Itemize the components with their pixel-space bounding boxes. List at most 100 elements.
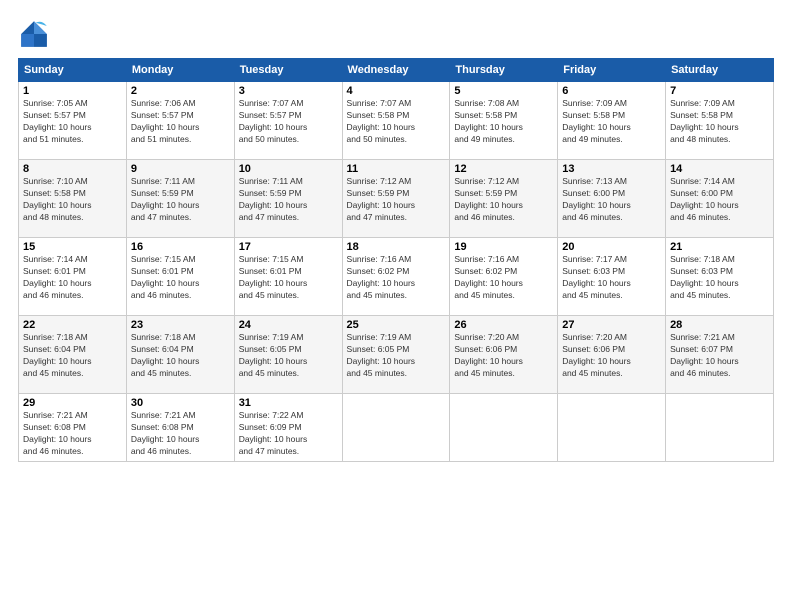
logo (18, 18, 54, 50)
col-friday: Friday (558, 59, 666, 82)
col-saturday: Saturday (666, 59, 774, 82)
day-number: 7 (670, 85, 769, 97)
day-info: Sunrise: 7:08 AM Sunset: 5:58 PM Dayligh… (454, 98, 553, 146)
day-number: 14 (670, 163, 769, 175)
day-info: Sunrise: 7:13 AM Sunset: 6:00 PM Dayligh… (562, 176, 661, 224)
calendar-cell: 2Sunrise: 7:06 AM Sunset: 5:57 PM Daylig… (126, 82, 234, 160)
day-number: 16 (131, 241, 230, 253)
day-info: Sunrise: 7:09 AM Sunset: 5:58 PM Dayligh… (562, 98, 661, 146)
day-number: 10 (239, 163, 338, 175)
day-info: Sunrise: 7:18 AM Sunset: 6:04 PM Dayligh… (23, 332, 122, 380)
day-info: Sunrise: 7:15 AM Sunset: 6:01 PM Dayligh… (131, 254, 230, 302)
calendar-cell: 28Sunrise: 7:21 AM Sunset: 6:07 PM Dayli… (666, 316, 774, 394)
calendar-cell: 8Sunrise: 7:10 AM Sunset: 5:58 PM Daylig… (19, 160, 127, 238)
day-number: 2 (131, 85, 230, 97)
day-info: Sunrise: 7:21 AM Sunset: 6:07 PM Dayligh… (670, 332, 769, 380)
day-number: 27 (562, 319, 661, 331)
day-info: Sunrise: 7:14 AM Sunset: 6:01 PM Dayligh… (23, 254, 122, 302)
calendar-cell: 27Sunrise: 7:20 AM Sunset: 6:06 PM Dayli… (558, 316, 666, 394)
day-info: Sunrise: 7:22 AM Sunset: 6:09 PM Dayligh… (239, 410, 338, 458)
day-number: 23 (131, 319, 230, 331)
day-info: Sunrise: 7:21 AM Sunset: 6:08 PM Dayligh… (131, 410, 230, 458)
calendar-cell (342, 394, 450, 462)
calendar-cell: 31Sunrise: 7:22 AM Sunset: 6:09 PM Dayli… (234, 394, 342, 462)
day-info: Sunrise: 7:20 AM Sunset: 6:06 PM Dayligh… (454, 332, 553, 380)
calendar-cell: 18Sunrise: 7:16 AM Sunset: 6:02 PM Dayli… (342, 238, 450, 316)
col-wednesday: Wednesday (342, 59, 450, 82)
day-info: Sunrise: 7:11 AM Sunset: 5:59 PM Dayligh… (239, 176, 338, 224)
day-number: 15 (23, 241, 122, 253)
day-number: 26 (454, 319, 553, 331)
calendar-cell: 20Sunrise: 7:17 AM Sunset: 6:03 PM Dayli… (558, 238, 666, 316)
day-number: 5 (454, 85, 553, 97)
calendar-cell: 17Sunrise: 7:15 AM Sunset: 6:01 PM Dayli… (234, 238, 342, 316)
day-info: Sunrise: 7:07 AM Sunset: 5:57 PM Dayligh… (239, 98, 338, 146)
header (18, 18, 774, 50)
day-info: Sunrise: 7:21 AM Sunset: 6:08 PM Dayligh… (23, 410, 122, 458)
calendar-cell: 4Sunrise: 7:07 AM Sunset: 5:58 PM Daylig… (342, 82, 450, 160)
calendar-cell (558, 394, 666, 462)
day-number: 20 (562, 241, 661, 253)
day-info: Sunrise: 7:20 AM Sunset: 6:06 PM Dayligh… (562, 332, 661, 380)
calendar-cell: 19Sunrise: 7:16 AM Sunset: 6:02 PM Dayli… (450, 238, 558, 316)
page: Sunday Monday Tuesday Wednesday Thursday… (0, 0, 792, 612)
day-info: Sunrise: 7:15 AM Sunset: 6:01 PM Dayligh… (239, 254, 338, 302)
day-info: Sunrise: 7:14 AM Sunset: 6:00 PM Dayligh… (670, 176, 769, 224)
day-info: Sunrise: 7:05 AM Sunset: 5:57 PM Dayligh… (23, 98, 122, 146)
day-info: Sunrise: 7:09 AM Sunset: 5:58 PM Dayligh… (670, 98, 769, 146)
col-sunday: Sunday (19, 59, 127, 82)
calendar-cell: 3Sunrise: 7:07 AM Sunset: 5:57 PM Daylig… (234, 82, 342, 160)
calendar-cell: 15Sunrise: 7:14 AM Sunset: 6:01 PM Dayli… (19, 238, 127, 316)
calendar-cell: 10Sunrise: 7:11 AM Sunset: 5:59 PM Dayli… (234, 160, 342, 238)
day-info: Sunrise: 7:16 AM Sunset: 6:02 PM Dayligh… (454, 254, 553, 302)
day-number: 11 (347, 163, 446, 175)
calendar-cell (666, 394, 774, 462)
calendar-cell: 9Sunrise: 7:11 AM Sunset: 5:59 PM Daylig… (126, 160, 234, 238)
logo-icon (18, 18, 50, 50)
calendar-cell: 26Sunrise: 7:20 AM Sunset: 6:06 PM Dayli… (450, 316, 558, 394)
day-number: 28 (670, 319, 769, 331)
day-number: 6 (562, 85, 661, 97)
calendar-cell: 1Sunrise: 7:05 AM Sunset: 5:57 PM Daylig… (19, 82, 127, 160)
calendar-cell: 11Sunrise: 7:12 AM Sunset: 5:59 PM Dayli… (342, 160, 450, 238)
calendar-cell: 23Sunrise: 7:18 AM Sunset: 6:04 PM Dayli… (126, 316, 234, 394)
day-number: 31 (239, 397, 338, 409)
calendar-cell (450, 394, 558, 462)
day-number: 29 (23, 397, 122, 409)
calendar-cell: 24Sunrise: 7:19 AM Sunset: 6:05 PM Dayli… (234, 316, 342, 394)
calendar-cell: 22Sunrise: 7:18 AM Sunset: 6:04 PM Dayli… (19, 316, 127, 394)
day-number: 3 (239, 85, 338, 97)
day-number: 22 (23, 319, 122, 331)
calendar-cell: 6Sunrise: 7:09 AM Sunset: 5:58 PM Daylig… (558, 82, 666, 160)
col-monday: Monday (126, 59, 234, 82)
day-info: Sunrise: 7:19 AM Sunset: 6:05 PM Dayligh… (239, 332, 338, 380)
day-number: 24 (239, 319, 338, 331)
calendar-cell: 16Sunrise: 7:15 AM Sunset: 6:01 PM Dayli… (126, 238, 234, 316)
day-info: Sunrise: 7:10 AM Sunset: 5:58 PM Dayligh… (23, 176, 122, 224)
day-number: 30 (131, 397, 230, 409)
day-number: 19 (454, 241, 553, 253)
day-number: 12 (454, 163, 553, 175)
day-number: 4 (347, 85, 446, 97)
calendar-cell: 5Sunrise: 7:08 AM Sunset: 5:58 PM Daylig… (450, 82, 558, 160)
col-thursday: Thursday (450, 59, 558, 82)
day-info: Sunrise: 7:18 AM Sunset: 6:03 PM Dayligh… (670, 254, 769, 302)
day-number: 9 (131, 163, 230, 175)
calendar-cell: 14Sunrise: 7:14 AM Sunset: 6:00 PM Dayli… (666, 160, 774, 238)
calendar-cell: 13Sunrise: 7:13 AM Sunset: 6:00 PM Dayli… (558, 160, 666, 238)
day-number: 8 (23, 163, 122, 175)
calendar-header-row: Sunday Monday Tuesday Wednesday Thursday… (19, 59, 774, 82)
day-info: Sunrise: 7:18 AM Sunset: 6:04 PM Dayligh… (131, 332, 230, 380)
day-info: Sunrise: 7:16 AM Sunset: 6:02 PM Dayligh… (347, 254, 446, 302)
day-info: Sunrise: 7:19 AM Sunset: 6:05 PM Dayligh… (347, 332, 446, 380)
calendar-cell: 25Sunrise: 7:19 AM Sunset: 6:05 PM Dayli… (342, 316, 450, 394)
col-tuesday: Tuesday (234, 59, 342, 82)
day-info: Sunrise: 7:11 AM Sunset: 5:59 PM Dayligh… (131, 176, 230, 224)
calendar-cell: 30Sunrise: 7:21 AM Sunset: 6:08 PM Dayli… (126, 394, 234, 462)
calendar-cell: 7Sunrise: 7:09 AM Sunset: 5:58 PM Daylig… (666, 82, 774, 160)
calendar-cell: 29Sunrise: 7:21 AM Sunset: 6:08 PM Dayli… (19, 394, 127, 462)
day-number: 21 (670, 241, 769, 253)
day-number: 25 (347, 319, 446, 331)
day-info: Sunrise: 7:12 AM Sunset: 5:59 PM Dayligh… (454, 176, 553, 224)
calendar-cell: 12Sunrise: 7:12 AM Sunset: 5:59 PM Dayli… (450, 160, 558, 238)
